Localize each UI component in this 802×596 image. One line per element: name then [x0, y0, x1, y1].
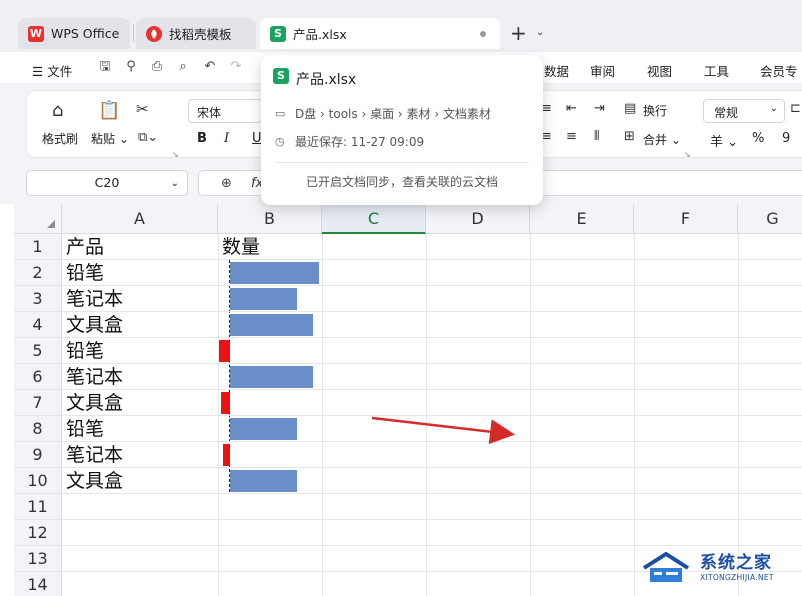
watermark-name: 系统之家 [700, 553, 772, 573]
annotation-arrow [371, 416, 515, 445]
watermark-logo: 系统之家 XITONGZHIJIA.NET [640, 546, 800, 592]
house-logo-icon [642, 551, 690, 582]
watermark-url: XITONGZHIJIA.NET [700, 573, 774, 582]
